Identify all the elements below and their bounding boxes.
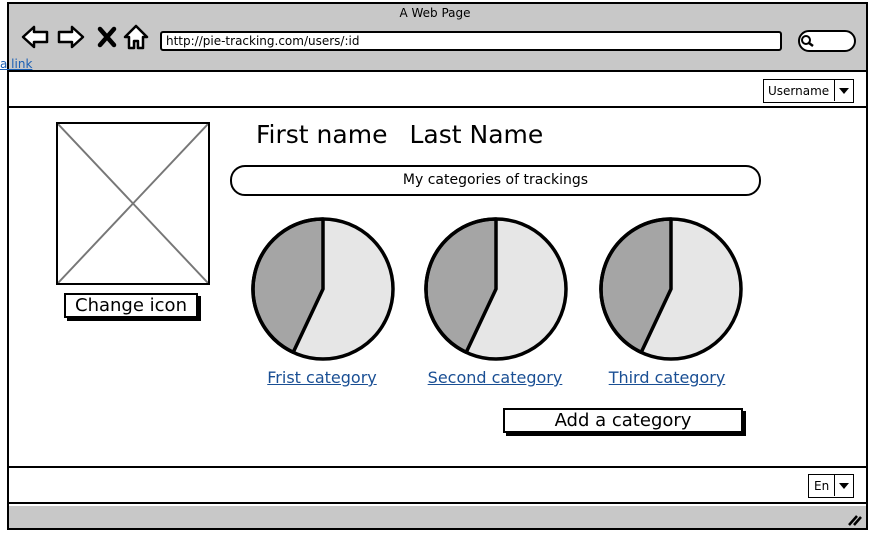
resize-grip-icon[interactable] (846, 512, 862, 526)
category-link-1[interactable]: Frist category (237, 368, 407, 387)
chevron-down-icon (839, 483, 849, 489)
change-icon-button[interactable]: Change icon (64, 293, 198, 318)
username-select-toggle[interactable] (834, 80, 853, 101)
profile-image-placeholder (56, 122, 210, 285)
username-select-label: Username (768, 84, 830, 98)
language-select-toggle[interactable] (834, 475, 853, 496)
back-arrow-icon[interactable] (20, 22, 50, 52)
browser-status-bar (9, 506, 866, 528)
chevron-down-icon (839, 88, 849, 94)
username-select[interactable]: Username (763, 79, 854, 103)
category-link-3[interactable]: Third category (582, 368, 752, 387)
forward-arrow-icon[interactable] (56, 22, 86, 52)
last-name: Last Name (409, 120, 544, 149)
page-link[interactable]: a link (0, 57, 32, 71)
category-pie-chart-3[interactable] (598, 216, 744, 362)
page-footer (9, 466, 866, 504)
category-link-2[interactable]: Second category (410, 368, 580, 387)
user-full-name: First name Last Name (256, 120, 543, 149)
category-pie-chart-1[interactable] (250, 216, 396, 362)
search-icon (801, 35, 814, 47)
category-pie-chart-2[interactable] (423, 216, 569, 362)
close-x-icon[interactable] (93, 22, 123, 52)
window-title: A Web Page (399, 6, 471, 20)
add-category-button[interactable]: Add a category (503, 408, 743, 433)
home-icon[interactable] (121, 22, 151, 52)
page-header (9, 74, 866, 108)
address-bar[interactable]: http://pie-tracking.com/users/:id (160, 31, 782, 51)
categories-heading: My categories of trackings (230, 165, 761, 196)
first-name: First name (256, 120, 388, 149)
language-select[interactable]: En (808, 474, 854, 498)
language-select-label: En (814, 479, 830, 493)
